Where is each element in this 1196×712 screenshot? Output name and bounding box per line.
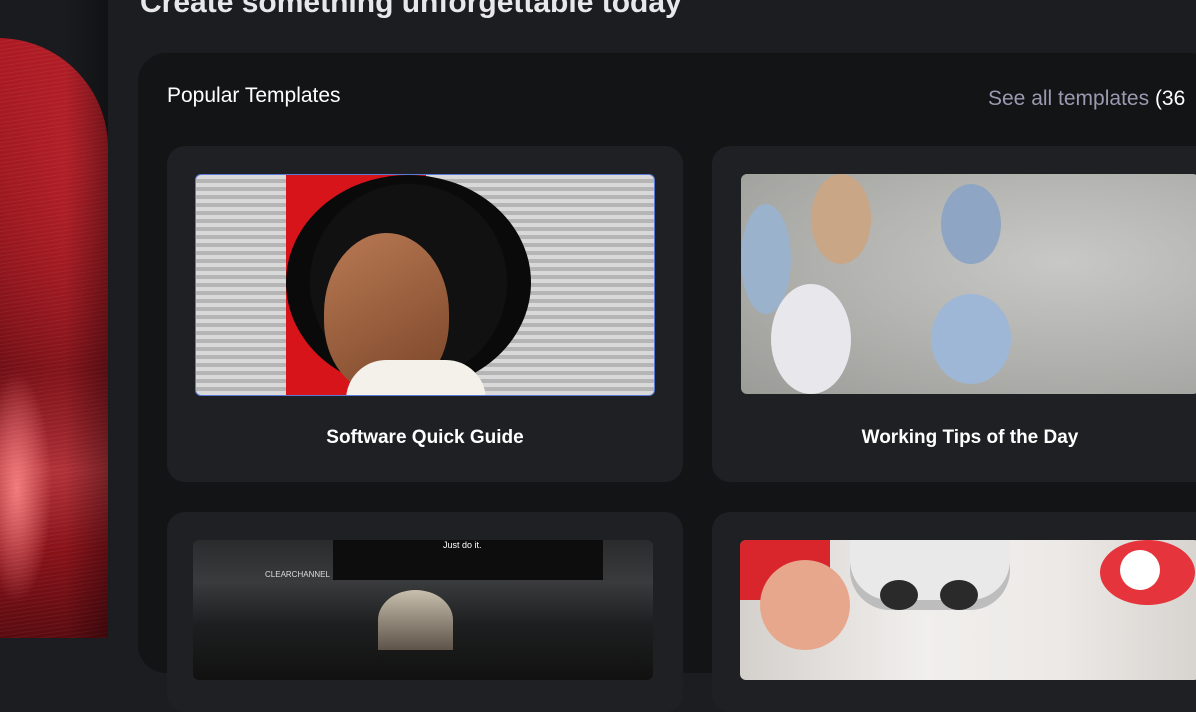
template-card-3[interactable]: Just do it. CLEARCHANNEL	[167, 512, 683, 712]
see-all-templates-link[interactable]: See all templates (36	[988, 87, 1185, 111]
template-thumbnail	[195, 174, 655, 396]
billboard-text: Just do it.	[443, 540, 482, 550]
template-card-software-quick-guide[interactable]: Software Quick Guide	[167, 146, 683, 482]
panel-title: Popular Templates	[167, 84, 341, 107]
page-heading: Create something unforgettable today	[140, 0, 682, 19]
template-card-4[interactable]	[712, 512, 1196, 712]
template-thumbnail: Just do it. CLEARCHANNEL	[193, 540, 653, 680]
billboard-brand: CLEARCHANNEL	[265, 570, 330, 579]
template-title: Software Quick Guide	[326, 427, 524, 448]
template-count: (36	[1154, 87, 1186, 110]
template-thumbnail	[741, 174, 1196, 394]
see-all-label: See all templates	[988, 87, 1155, 110]
decorative-side-art	[0, 0, 108, 638]
template-title: Working Tips of the Day	[861, 427, 1079, 448]
template-thumbnail	[740, 540, 1196, 680]
template-card-working-tips[interactable]: Working Tips of the Day	[712, 146, 1196, 482]
